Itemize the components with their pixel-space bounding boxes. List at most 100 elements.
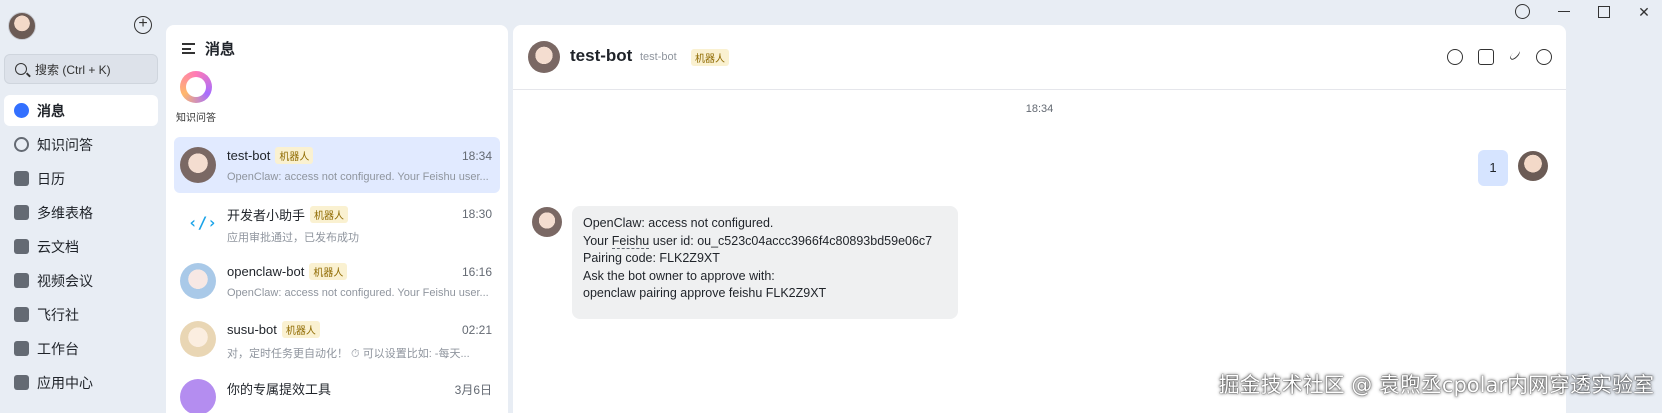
user-avatar[interactable] bbox=[8, 12, 36, 40]
bot-badge: 机器人 bbox=[309, 263, 348, 280]
nav-item-label: 应用中心 bbox=[37, 374, 93, 391]
chat-panel: test-bot test-bot 机器人 18:34 1 OpenClaw: … bbox=[513, 25, 1566, 413]
chat-avatar[interactable] bbox=[528, 41, 560, 73]
nav-item-app-center[interactable]: 应用中心 bbox=[4, 367, 158, 398]
add-icon[interactable]: + bbox=[134, 16, 152, 34]
knowledge-icon bbox=[14, 137, 29, 152]
nav-item-label: 知识问答 bbox=[37, 136, 93, 153]
conversation-time: 02:21 bbox=[461, 323, 492, 337]
calendar-icon bbox=[14, 171, 29, 186]
conversation-name: test-bot 机器人 bbox=[227, 147, 314, 164]
conversation-name: openclaw-bot 机器人 bbox=[227, 263, 348, 280]
search-icon bbox=[15, 63, 27, 75]
new-chat-icon[interactable] bbox=[1478, 49, 1494, 65]
app-center-icon bbox=[14, 375, 29, 390]
community-icon bbox=[14, 307, 29, 322]
avatar bbox=[180, 147, 216, 183]
settings-icon[interactable] bbox=[1536, 49, 1552, 65]
text-segment: Your bbox=[583, 233, 612, 248]
nav-item-label: 日历 bbox=[37, 170, 65, 187]
list-header: 消息 bbox=[182, 38, 235, 59]
nav-item-calendar[interactable]: 日历 bbox=[4, 163, 158, 194]
close-button[interactable]: ✕ bbox=[1638, 5, 1650, 19]
conversation-item[interactable]: openclaw-bot 机器人 16:16 OpenClaw: access n… bbox=[174, 253, 500, 309]
nav-item-label: 视频会议 bbox=[37, 272, 93, 289]
conversation-item[interactable]: ‹/› 开发者小助手 机器人 18:30 应用审批通过，已发布成功 bbox=[174, 195, 500, 251]
docs-icon bbox=[14, 239, 29, 254]
conversation-item[interactable]: test-bot 机器人 18:34 OpenClaw: access not c… bbox=[174, 137, 500, 193]
pinned-knowledge-qa[interactable]: 知识问答 bbox=[174, 71, 218, 124]
conversation-name-text: susu-bot bbox=[227, 322, 277, 337]
conversation-item[interactable]: 你的专属提效工具 3月6日 bbox=[174, 369, 500, 413]
add-member-icon[interactable] bbox=[1447, 49, 1463, 65]
conversation-name: 开发者小助手 机器人 bbox=[227, 205, 349, 224]
nav-item-messages[interactable]: 消息 bbox=[4, 95, 158, 126]
bot-message-bubble[interactable]: OpenClaw: access not configured. Your Fe… bbox=[572, 206, 958, 319]
chat-subtitle: test-bot bbox=[640, 51, 677, 63]
message-timestamp: 18:34 bbox=[1025, 103, 1054, 115]
bot-avatar[interactable] bbox=[532, 207, 562, 237]
feishu-link[interactable]: Feishu bbox=[611, 233, 650, 249]
code-icon: ‹/› bbox=[188, 213, 217, 232]
conversation-list-panel: 消息 知识问答 test-bot 机器人 18:34 OpenClaw: acce… bbox=[166, 25, 508, 413]
nav-item-workplace[interactable]: 工作台 bbox=[4, 333, 158, 364]
conversation-preview: 应用审批通过，已发布成功 bbox=[227, 232, 359, 244]
bot-badge: 机器人 bbox=[281, 321, 320, 338]
conversation-preview: OpenClaw: access not configured. Your Fe… bbox=[227, 287, 489, 299]
nav-item-label: 多维表格 bbox=[37, 204, 93, 221]
chat-title: test-bot bbox=[570, 46, 633, 65]
avatar bbox=[180, 379, 216, 413]
conversation-time: 18:30 bbox=[461, 207, 492, 221]
history-icon[interactable] bbox=[1515, 4, 1530, 19]
knowledge-qa-icon bbox=[180, 71, 212, 103]
conversation-preview: OpenClaw: access not configured. Your Fe… bbox=[227, 171, 489, 183]
conversation-name-text: openclaw-bot bbox=[227, 264, 305, 279]
conversation-name: 你的专属提效工具 bbox=[227, 379, 331, 398]
minimize-button[interactable] bbox=[1558, 10, 1570, 13]
nav-item-label: 云文档 bbox=[37, 238, 79, 255]
maximize-button[interactable] bbox=[1598, 5, 1610, 18]
my-message-bubble[interactable]: 1 bbox=[1478, 150, 1508, 186]
conversation-preview: 对，定时任务更自动化！ ⏱ 可以设置比如: -每天... bbox=[227, 348, 470, 360]
base-icon bbox=[14, 205, 29, 220]
bot-message-line: openclaw pairing approve feishu FLK2Z9XT bbox=[583, 286, 827, 300]
nav-item-community[interactable]: 飞行社 bbox=[4, 299, 158, 330]
bot-badge: 机器人 bbox=[310, 206, 349, 223]
avatar bbox=[180, 263, 216, 299]
bot-message-line: OpenClaw: access not configured. bbox=[583, 216, 774, 230]
watermark: 掘金技术社区 @ 袁煦丞cpolar内网穿透实验室 bbox=[1218, 373, 1654, 397]
nav-item-video[interactable]: 视频会议 bbox=[4, 265, 158, 296]
nav-list: 消息 知识问答 日历 多维表格 云文档 视频会议 飞行社 工作台 应用中心 bbox=[4, 95, 158, 401]
chat-header-actions bbox=[1447, 48, 1552, 65]
nav-item-docs[interactable]: 云文档 bbox=[4, 231, 158, 262]
chat-header: test-bot test-bot 机器人 bbox=[513, 25, 1566, 90]
list-title: 消息 bbox=[205, 41, 236, 58]
bot-message-line: Pairing code: FLK2Z9XT bbox=[583, 251, 720, 265]
nav-item-label: 飞行社 bbox=[37, 306, 79, 323]
message-icon bbox=[14, 103, 29, 118]
bot-message-line: Your Feishu user id: ou_c523c04accc3966f… bbox=[583, 233, 947, 251]
conversation-time: 18:34 bbox=[461, 149, 492, 163]
conversation-name-text: 你的专属提效工具 bbox=[227, 382, 332, 397]
left-navigation: + 搜索 (Ctrl + K) 消息 知识问答 日历 多维表格 云文档 视频会议… bbox=[0, 0, 166, 413]
menu-icon[interactable] bbox=[182, 43, 195, 54]
nav-top-row: + bbox=[8, 12, 158, 42]
my-avatar[interactable] bbox=[1518, 151, 1548, 181]
window-controls: ✕ bbox=[1515, 4, 1650, 19]
bot-message-line: Ask the bot owner to approve with: bbox=[583, 268, 775, 283]
checkmark-icon[interactable] bbox=[1508, 48, 1522, 62]
workplace-icon bbox=[14, 341, 29, 356]
avatar bbox=[180, 321, 216, 357]
conversation-name-text: 开发者小助手 bbox=[227, 208, 306, 223]
bot-badge: 机器人 bbox=[275, 147, 314, 164]
text-segment: user id: ou_c523c04accc3966f4c80893bd59e… bbox=[649, 233, 933, 248]
nav-item-label: 消息 bbox=[37, 102, 65, 119]
nav-item-label: 工作台 bbox=[37, 340, 79, 357]
avatar: ‹/› bbox=[180, 205, 217, 241]
pinned-label: 知识问答 bbox=[176, 113, 216, 124]
search-input[interactable]: 搜索 (Ctrl + K) bbox=[4, 54, 158, 84]
conversation-time: 16:16 bbox=[461, 265, 492, 279]
nav-item-base[interactable]: 多维表格 bbox=[4, 197, 158, 228]
nav-item-knowledge[interactable]: 知识问答 bbox=[4, 129, 158, 160]
conversation-item[interactable]: susu-bot 机器人 02:21 对，定时任务更自动化！ ⏱ 可以设置比如: … bbox=[174, 311, 500, 367]
